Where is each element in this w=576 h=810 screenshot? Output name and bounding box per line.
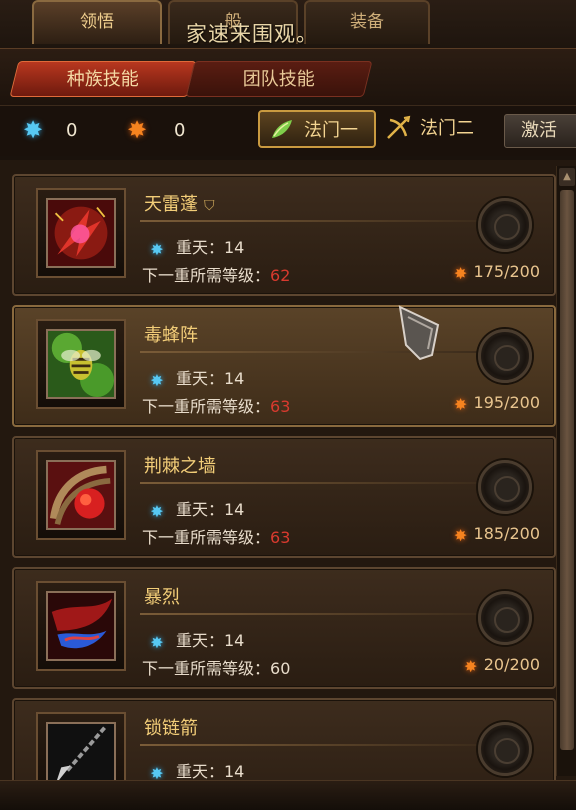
upgrade-button[interactable] xyxy=(478,591,532,645)
scrollbar[interactable]: ▲ xyxy=(556,166,576,776)
tab-team-skills[interactable]: 团队技能 xyxy=(185,61,373,97)
next-level-requirement: 下一重所需等级：60 xyxy=(142,659,291,678)
game-cursor-icon xyxy=(398,305,440,361)
currency-row: ✸ 0 ✸ 0 法门一 法门二 激活 xyxy=(0,106,576,156)
skill-card-tianleipeng[interactable]: 天雷蓬 ⛉ ✸ 重天：14 下一重所需等级：62 ✸ 175/200 xyxy=(12,174,556,296)
bow-spell-icon xyxy=(387,115,411,139)
upgrade-button[interactable] xyxy=(478,329,532,383)
scroll-thumb[interactable] xyxy=(560,190,574,750)
skill-card-dufengzhen[interactable]: 毒蜂阵 ✸ 重天：14 下一重所需等级：63 ✸ 195/200 xyxy=(12,305,556,427)
bee-swarm-skill-icon xyxy=(46,329,116,399)
orange-star-gem-icon: ✸ xyxy=(453,264,468,283)
tab-spell-two-label: 法门二 xyxy=(420,118,474,139)
upgrade-button[interactable] xyxy=(478,460,532,514)
orange-star-gem-icon: ✸ xyxy=(464,657,478,676)
blue-star-gem-icon: ✸ xyxy=(150,764,164,781)
upgrade-cost: ✸ 20/200 xyxy=(462,655,540,676)
fury-skill-icon xyxy=(46,591,116,661)
tab-race-skills[interactable]: 种族技能 xyxy=(9,61,197,97)
next-level-requirement: 下一重所需等级：63 xyxy=(142,397,291,416)
skill-level: ✸ 重天：14 xyxy=(148,627,244,652)
skill-name: 荆棘之墙 xyxy=(144,456,216,477)
orange-star-gem-icon: ✸ xyxy=(126,116,148,144)
scrolling-banner: 家速来围观。 xyxy=(186,22,318,46)
next-level-requirement: 下一重所需等级：63 xyxy=(142,528,291,547)
tab-spell-one[interactable]: 法门一 xyxy=(258,110,376,148)
thunder-skill-icon xyxy=(46,198,116,268)
divider xyxy=(140,482,490,484)
skill-icon-frame xyxy=(36,319,126,409)
skill-level: ✸ 重天：14 xyxy=(148,234,244,259)
skill-level: ✸ 重天：14 xyxy=(148,758,244,780)
next-level-requirement: 下一重所需等级：62 xyxy=(142,266,291,285)
thorn-wall-skill-icon xyxy=(46,460,116,530)
divider xyxy=(140,744,490,746)
upgrade-cost: ✸ 195/200 xyxy=(452,393,540,414)
divider xyxy=(140,613,490,615)
skill-card-suolianjian[interactable]: 锁链箭 ✸ 重天：14 xyxy=(12,698,556,780)
tab-equipment[interactable]: 装备 xyxy=(304,0,430,44)
skill-name: 锁链箭 xyxy=(144,718,198,739)
tab-comprehend[interactable]: 领悟 xyxy=(32,0,162,44)
scroll-up-arrow-icon[interactable]: ▲ xyxy=(559,168,575,186)
skill-level: ✸ 重天：14 xyxy=(148,496,244,521)
blue-star-gem-icon: ✸ xyxy=(150,240,164,259)
skill-icon-frame xyxy=(36,188,126,278)
divider xyxy=(140,220,490,222)
bottom-bar xyxy=(0,780,576,810)
blue-gem-count: 0 xyxy=(66,120,78,141)
skill-card-jingjizhiqiang[interactable]: 荆棘之墙 ✸ 重天：14 下一重所需等级：63 ✸ 185/200 xyxy=(12,436,556,558)
upgrade-button[interactable] xyxy=(478,198,532,252)
skill-category-bar: 种族技能 团队技能 xyxy=(0,48,576,106)
tab-race-skills-label: 种族技能 xyxy=(66,69,139,90)
leaf-spell-icon xyxy=(272,120,292,138)
skill-level: ✸ 重天：14 xyxy=(148,365,244,390)
skill-name: 毒蜂阵 xyxy=(144,325,198,346)
skill-icon-frame xyxy=(36,581,126,671)
orange-star-gem-icon: ✸ xyxy=(453,395,468,414)
upgrade-cost: ✸ 175/200 xyxy=(452,262,540,283)
top-tab-bar: 领悟 般 装备 家速来围观。 xyxy=(0,0,576,48)
blue-star-gem-icon: ✸ xyxy=(150,633,164,652)
shield-icon: ⛉ xyxy=(204,198,215,214)
orange-gem-count: 0 xyxy=(174,120,186,141)
tab-team-skills-label: 团队技能 xyxy=(242,69,315,90)
blue-star-gem-icon: ✸ xyxy=(150,502,164,521)
skill-name: 天雷蓬 ⛉ xyxy=(144,194,215,215)
tab-spell-one-label: 法门一 xyxy=(304,120,358,141)
blue-star-gem-icon: ✸ xyxy=(150,371,164,390)
skill-list: 天雷蓬 ⛉ ✸ 重天：14 下一重所需等级：62 ✸ 175/200 毒蜂阵 ✸ 重天：… xyxy=(0,160,576,780)
blue-star-gem-icon: ✸ xyxy=(22,116,44,144)
upgrade-button[interactable] xyxy=(478,722,532,776)
skill-card-baolie[interactable]: 暴烈 ✸ 重天：14 下一重所需等级：60 ✸ 20/200 xyxy=(12,567,556,689)
skill-icon-frame xyxy=(36,712,126,780)
chain-arrow-skill-icon xyxy=(46,722,116,780)
upgrade-cost: ✸ 185/200 xyxy=(452,524,540,545)
activate-button[interactable]: 激活 xyxy=(504,114,576,148)
tab-spell-two[interactable]: 法门二 xyxy=(384,110,494,148)
skill-name: 暴烈 xyxy=(144,587,180,608)
skill-icon-frame xyxy=(36,450,126,540)
orange-star-gem-icon: ✸ xyxy=(453,526,468,545)
